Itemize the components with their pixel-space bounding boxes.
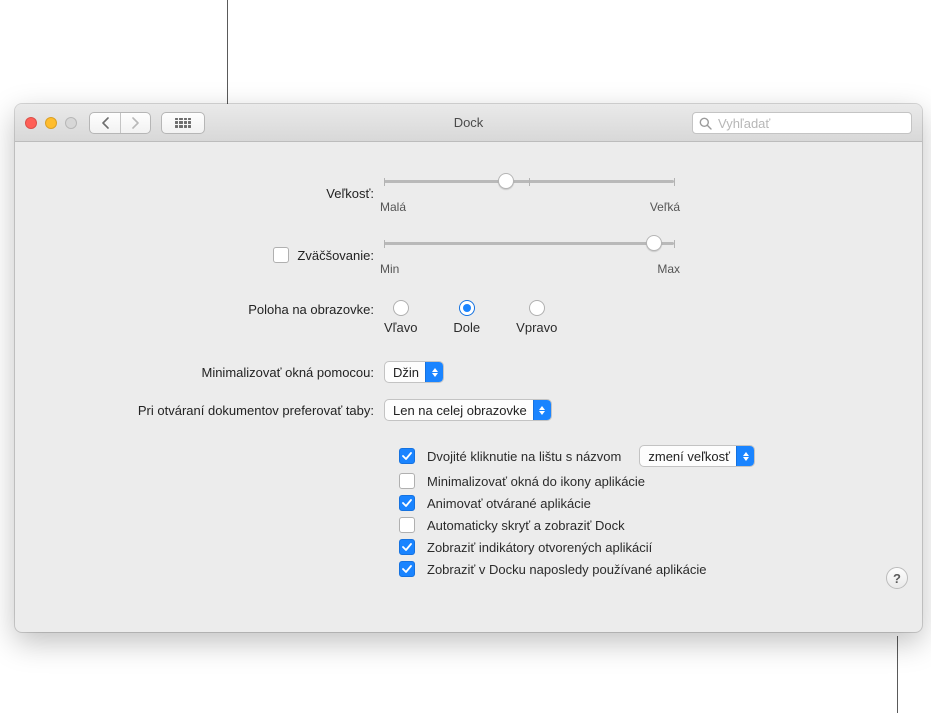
position-radio-left[interactable] — [393, 300, 409, 316]
back-button[interactable] — [90, 113, 120, 133]
search-input[interactable] — [716, 115, 905, 132]
position-radio-bottom-label: Dole — [453, 320, 480, 335]
minimize-into-icon-checkbox[interactable] — [399, 473, 415, 489]
position-radio-right[interactable] — [529, 300, 545, 316]
search-field[interactable] — [692, 112, 912, 134]
traffic-lights — [25, 117, 77, 129]
magnification-max-label: Max — [657, 262, 680, 276]
popup-caret-icon — [736, 446, 754, 466]
magnification-slider-thumb[interactable] — [646, 235, 662, 251]
animate-opening-checkbox[interactable] — [399, 495, 415, 511]
position-label: Poloha na obrazovke: — [39, 300, 384, 317]
forward-button[interactable] — [120, 113, 150, 133]
autohide-checkbox[interactable] — [399, 517, 415, 533]
help-icon: ? — [893, 571, 901, 586]
zoom-icon — [65, 117, 77, 129]
minimize-effect-label: Minimalizovať okná pomocou: — [39, 365, 384, 380]
show-indicators-checkbox[interactable] — [399, 539, 415, 555]
position-radio-left-label: Vľavo — [384, 320, 417, 335]
close-icon[interactable] — [25, 117, 37, 129]
size-max-label: Veľká — [650, 200, 680, 214]
size-slider-thumb[interactable] — [498, 173, 514, 189]
doubleclick-action-popup[interactable]: zmení veľkosť — [639, 445, 755, 467]
callout-line-bottom — [897, 636, 898, 713]
show-recent-label: Zobraziť v Docku naposledy používané apl… — [427, 562, 706, 577]
autohide-label: Automaticky skryť a zobraziť Dock — [427, 518, 625, 533]
position-radio-right-label: Vpravo — [516, 320, 557, 335]
prefer-tabs-popup[interactable]: Len na celej obrazovke — [384, 399, 552, 421]
position-radio-group: Vľavo Dole Vpravo — [384, 300, 557, 335]
prefs-window: Dock Veľkosť: Malá Veľká — [15, 104, 922, 632]
doubleclick-checkbox[interactable] — [399, 448, 415, 464]
minimize-icon[interactable] — [45, 117, 57, 129]
magnification-slider[interactable] — [384, 234, 674, 252]
doubleclick-action-value: zmení veľkosť — [648, 449, 736, 464]
nav-back-forward — [89, 112, 151, 134]
magnification-label: Zväčšovanie: — [297, 248, 374, 263]
chevron-left-icon — [101, 117, 110, 129]
size-min-label: Malá — [380, 200, 406, 214]
size-slider[interactable] — [384, 172, 674, 190]
minimize-effect-popup[interactable]: Džin — [384, 361, 444, 383]
prefer-tabs-label: Pri otváraní dokumentov preferovať taby: — [39, 403, 384, 418]
popup-caret-icon — [425, 362, 443, 382]
show-all-button[interactable] — [161, 112, 205, 134]
grid-icon — [175, 118, 191, 128]
magnification-checkbox[interactable] — [273, 247, 289, 263]
minimize-into-icon-label: Minimalizovať okná do ikony aplikácie — [427, 474, 645, 489]
doubleclick-label: Dvojité kliknutie na lištu s názvom — [427, 449, 621, 464]
magnification-min-label: Min — [380, 262, 399, 276]
prefer-tabs-value: Len na celej obrazovke — [393, 403, 533, 418]
popup-caret-icon — [533, 400, 551, 420]
show-recent-checkbox[interactable] — [399, 561, 415, 577]
show-indicators-label: Zobraziť indikátory otvorených aplikácií — [427, 540, 652, 555]
chevron-right-icon — [131, 117, 140, 129]
size-label: Veľkosť: — [39, 186, 384, 201]
search-icon — [699, 117, 712, 130]
callout-line-top — [227, 0, 228, 105]
help-button[interactable]: ? — [886, 567, 908, 589]
position-radio-bottom[interactable] — [459, 300, 475, 316]
titlebar: Dock — [15, 104, 922, 142]
content: Veľkosť: Malá Veľká — [15, 142, 922, 603]
animate-opening-label: Animovať otvárané aplikácie — [427, 496, 591, 511]
minimize-effect-value: Džin — [393, 365, 425, 380]
